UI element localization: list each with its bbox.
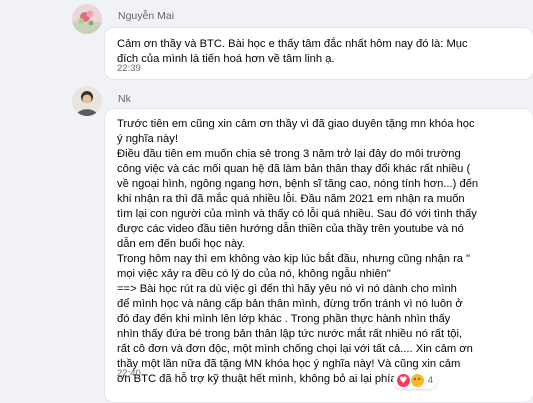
message-text: Cảm ơn thầy và BTC. Bài học e thấy tâm đ… (117, 38, 468, 65)
chat-thread: Nguyễn Mai Cảm ơn thầy và BTC. Bài học e… (0, 0, 533, 403)
heart-icon (396, 374, 410, 389)
sender-name[interactable]: Nguyễn Mai (118, 10, 174, 22)
reaction-count: 4 (427, 375, 433, 386)
wow-icon (410, 374, 424, 387)
flower-avatar[interactable] (72, 4, 102, 34)
message-bubble: Trước tiên em cũng xin cảm ơn thầy vì đã… (104, 108, 533, 403)
message-bubble: Cảm ơn thầy và BTC. Bài học e thấy tâm đ… (104, 27, 533, 80)
person-avatar[interactable] (72, 86, 102, 116)
message-time: 22:39 (117, 63, 141, 74)
message-time: 22:40 (117, 368, 141, 379)
sender-name[interactable]: Nk (118, 93, 131, 105)
message-text: Trước tiên em cũng xin cảm ơn thầy vì đã… (117, 118, 479, 385)
reactions-badge[interactable]: 4 (392, 372, 437, 389)
